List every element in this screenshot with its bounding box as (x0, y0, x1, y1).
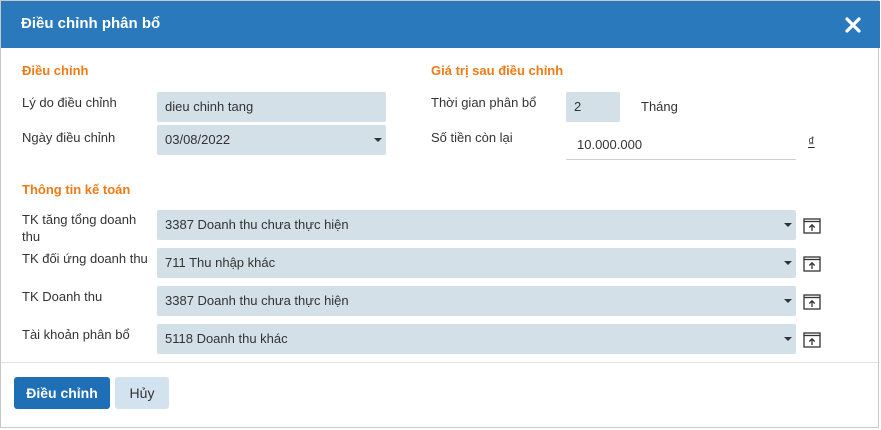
period-value: 2 (574, 99, 582, 114)
account-select[interactable]: 5118 Doanh thu khác (157, 324, 796, 354)
account-row-label: TK Doanh thu (22, 289, 103, 304)
period-input[interactable]: 2 (566, 92, 620, 122)
dialog-title: Điều chỉnh phân bổ (21, 15, 161, 32)
adjust-allocation-dialog: Điều chỉnh phân bổ Điều chỉnh Lý do điều… (0, 0, 880, 428)
account-value: 3387 Doanh thu chưa thực hiện (165, 293, 349, 308)
confirm-adjust-button[interactable]: Điều chỉnh (14, 377, 110, 409)
account-select[interactable]: 3387 Doanh thu chưa thực hiện (157, 286, 796, 316)
open-in-new-window-icon[interactable] (803, 218, 821, 234)
open-in-new-window-icon[interactable] (803, 294, 821, 310)
chevron-down-icon (374, 138, 382, 142)
after-section-title: Giá trị sau điều chỉnh (431, 63, 564, 78)
period-label: Thời gian phân bổ (431, 95, 537, 110)
account-select[interactable]: 3387 Doanh thu chưa thực hiện (157, 210, 796, 240)
account-value: 5118 Doanh thu khác (165, 331, 288, 346)
close-icon[interactable] (844, 16, 862, 34)
date-picker[interactable]: 03/08/2022 (157, 125, 386, 155)
currency-symbol: ₫ (808, 134, 815, 149)
footer-divider (1, 362, 880, 363)
account-value: 711 Thu nhập khác (165, 255, 276, 270)
account-row-label: TK đối ứng doanh thu (22, 251, 148, 266)
remaining-amount-input[interactable]: 10.000.000 (566, 130, 796, 160)
account-value: 3387 Doanh thu chưa thực hiện (165, 217, 349, 232)
account-row-label: Tài khoản phân bổ (22, 327, 130, 342)
reason-value: dieu chinh tang (165, 99, 254, 114)
open-in-new-window-icon[interactable] (803, 332, 821, 348)
period-unit: Tháng (641, 99, 678, 114)
reason-label: Lý do điều chỉnh (22, 95, 117, 110)
account-row-label: TK tăng tổng doanh thu (22, 212, 137, 244)
date-value: 03/08/2022 (165, 132, 231, 147)
remaining-value: 10.000.000 (577, 137, 643, 152)
dialog-header: Điều chỉnh phân bổ (1, 1, 880, 48)
account-select[interactable]: 711 Thu nhập khác (157, 248, 796, 278)
reason-input[interactable]: dieu chinh tang (157, 92, 386, 122)
remaining-label: Số tiền còn lại (431, 130, 513, 145)
cancel-button[interactable]: Hủy (115, 377, 169, 409)
chevron-down-icon (784, 337, 792, 341)
open-in-new-window-icon[interactable] (803, 256, 821, 272)
date-label: Ngày điều chỉnh (22, 130, 116, 145)
accounting-section-title: Thông tin kế toán (22, 182, 131, 197)
adjust-section-title: Điều chỉnh (22, 63, 89, 78)
chevron-down-icon (784, 299, 792, 303)
chevron-down-icon (784, 261, 792, 265)
chevron-down-icon (784, 223, 792, 227)
